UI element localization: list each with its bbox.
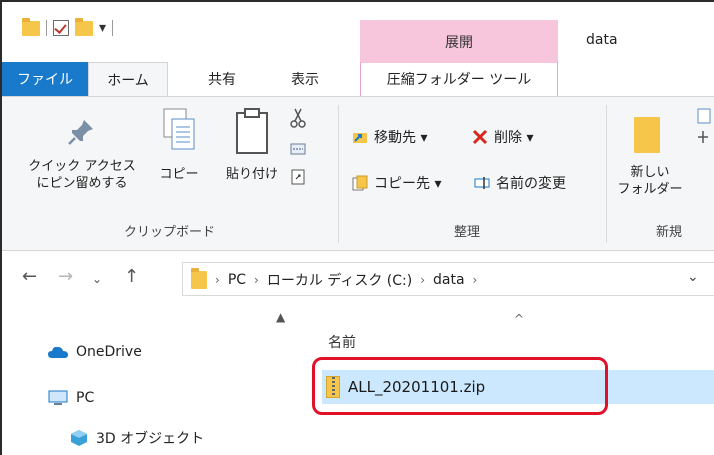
ribbon: クイック アクセス にピン留めする コピー 貼り付け クリップボード 移動先 ▾… — [2, 96, 714, 251]
move-to-label: 移動先 ▾ — [374, 130, 428, 146]
window-title: data — [586, 32, 618, 48]
explorer-window: ▾ 展開 data ファイル ホーム 共有 表示 圧縮フォルダー ツール クイッ… — [0, 0, 714, 455]
customize-quick-access-icon[interactable]: ▾ — [99, 20, 106, 36]
pin-label: にピン留めする — [36, 175, 128, 191]
scroll-up-icon[interactable]: ▲ — [276, 310, 285, 324]
copy-to-label: コピー先 ▾ — [374, 176, 442, 192]
rename-icon — [474, 177, 490, 189]
tab-compressed-folder-tools[interactable]: 圧縮フォルダー ツール — [360, 62, 558, 96]
tab-home[interactable]: ホーム — [88, 62, 168, 96]
column-header-name[interactable]: 名前 — [328, 332, 356, 352]
extract-context-label: 展開 — [445, 35, 473, 51]
nav-item-label: OneDrive — [76, 344, 142, 360]
properties-icon[interactable] — [53, 20, 69, 36]
new-folder-label: 新しい — [630, 165, 670, 180]
tab-share[interactable]: 共有 — [192, 62, 252, 96]
new-folder-button[interactable]: 新しい フォルダー — [612, 165, 688, 199]
new-folder-quick-icon[interactable] — [75, 17, 93, 36]
move-to-button[interactable]: 移動先 ▾ — [352, 127, 427, 147]
nav-item-onedrive[interactable]: OneDrive — [48, 344, 142, 360]
divider — [46, 20, 47, 36]
pin-quick-access-button[interactable]: クイック アクセス にピン留めする — [26, 159, 138, 193]
new-group-label: 新規 — [656, 225, 683, 240]
delete-label: 削除 ▾ — [494, 130, 534, 146]
breadcrumb: › PC › ローカル ディスク (C:) › data › — [191, 268, 478, 290]
cut-icon[interactable] — [290, 107, 306, 129]
divider — [606, 105, 607, 243]
highlight-annotation — [312, 357, 608, 415]
sort-ascending-icon: ^ — [514, 312, 525, 326]
pin-icon — [68, 120, 93, 145]
nav-item-pc[interactable]: PC — [48, 390, 94, 406]
clipboard-group-label: クリップボード — [124, 225, 216, 240]
nav-item-3d-objects[interactable]: 3D オブジェクト — [70, 428, 204, 448]
chevron-right-icon[interactable]: › — [473, 273, 478, 287]
new-folder-icon — [634, 117, 660, 153]
delete-icon — [472, 129, 488, 145]
paste-icon — [236, 108, 268, 154]
forward-icon[interactable]: → — [58, 266, 73, 287]
back-icon[interactable]: ← — [22, 266, 37, 287]
crumb-pc[interactable]: PC — [228, 272, 246, 288]
divider — [338, 105, 339, 243]
move-to-icon — [353, 133, 367, 143]
delete-button[interactable]: 削除 ▾ — [472, 127, 533, 147]
new-item-icon[interactable] — [694, 107, 714, 151]
address-bar-row: ← → ⌄ ↑ › PC › ローカル ディスク (C:) › data › ⌄… — [2, 252, 714, 304]
rename-button[interactable]: 名前の変更 — [474, 173, 566, 193]
crumb-data[interactable]: data — [433, 272, 465, 288]
chevron-right-icon[interactable]: › — [254, 273, 259, 287]
pin-label: クイック アクセス — [28, 159, 136, 174]
cloud-icon — [48, 346, 68, 358]
navigation-pane: ▲ OneDrive PC 3D オブジェクト — [2, 304, 292, 455]
recent-locations-icon[interactable]: ⌄ — [92, 272, 102, 286]
computer-icon — [48, 390, 68, 405]
folder-icon — [191, 268, 207, 289]
chevron-right-icon[interactable]: › — [420, 273, 425, 287]
chevron-right-icon[interactable]: › — [215, 273, 220, 287]
ribbon-tabs: ファイル ホーム 共有 表示 圧縮フォルダー ツール — [2, 62, 714, 96]
compressed-tools-context: 展開 — [360, 20, 558, 63]
copy-icon — [163, 108, 195, 150]
folder-icon — [22, 17, 40, 36]
nav-item-label: 3D オブジェクト — [96, 431, 205, 447]
divider — [112, 20, 114, 36]
copy-button[interactable]: コピー — [154, 167, 204, 184]
quick-access-toolbar: ▾ — [22, 17, 114, 36]
paste-button[interactable]: 貼り付け — [220, 167, 284, 184]
copy-to-button[interactable]: コピー先 ▾ — [352, 173, 441, 193]
address-box[interactable]: › PC › ローカル ディスク (C:) › data › ⌄ ↻ — [182, 262, 714, 296]
crumb-local-disk[interactable]: ローカル ディスク (C:) — [267, 270, 412, 290]
rename-label: 名前の変更 — [496, 176, 566, 192]
address-dropdown-icon[interactable]: ⌄ — [687, 269, 699, 285]
up-icon[interactable]: ↑ — [124, 266, 139, 287]
cube-icon — [71, 430, 87, 446]
copy-to-icon — [352, 175, 368, 191]
title-bar: ▾ 展開 data — [2, 2, 714, 63]
copy-path-icon[interactable] — [290, 141, 306, 157]
organize-group-label: 整理 — [454, 225, 481, 240]
new-folder-label: フォルダー — [617, 181, 683, 197]
paste-shortcut-icon[interactable] — [290, 169, 306, 185]
tab-file[interactable]: ファイル — [2, 62, 88, 96]
nav-item-label: PC — [76, 390, 95, 406]
tab-view[interactable]: 表示 — [272, 62, 338, 96]
